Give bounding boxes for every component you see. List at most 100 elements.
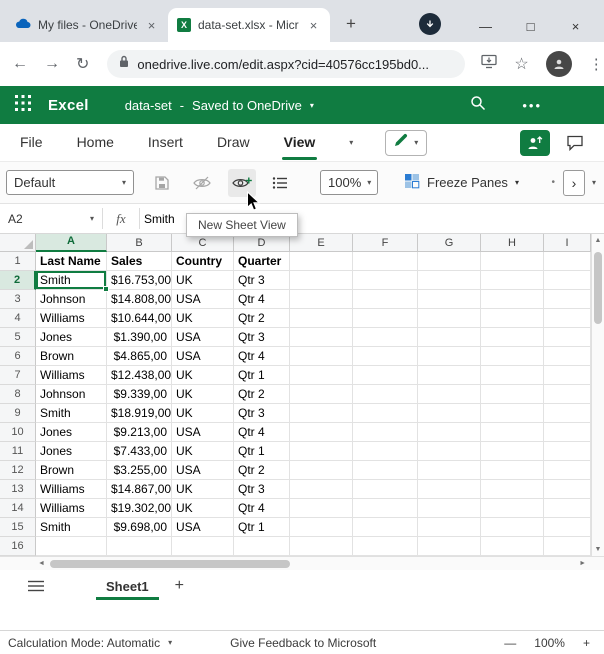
cell-C15[interactable]: USA bbox=[172, 518, 234, 537]
cell-F7[interactable] bbox=[353, 366, 418, 385]
cell-H16[interactable] bbox=[481, 537, 544, 556]
cell-E7[interactable] bbox=[290, 366, 353, 385]
calculation-mode-button[interactable]: Calculation Mode: Automatic ▾ bbox=[8, 636, 172, 650]
cell-H15[interactable] bbox=[481, 518, 544, 537]
row-header-16[interactable]: 16 bbox=[0, 537, 36, 556]
vertical-scroll-thumb[interactable] bbox=[594, 252, 602, 324]
menu-overflow-chevron-icon[interactable]: ▾ bbox=[349, 138, 353, 147]
cell-G14[interactable] bbox=[418, 499, 481, 518]
header-more-icon[interactable]: ••• bbox=[522, 98, 542, 113]
cell-B1[interactable]: Sales bbox=[107, 252, 172, 271]
cell-B7[interactable]: $12.438,00 bbox=[107, 366, 172, 385]
save-sheet-view-button[interactable] bbox=[148, 169, 176, 197]
zoom-in-button[interactable]: + bbox=[583, 636, 590, 650]
cell-F13[interactable] bbox=[353, 480, 418, 499]
browser-extension-icon[interactable] bbox=[419, 13, 441, 35]
cell-B12[interactable]: $3.255,00 bbox=[107, 461, 172, 480]
scroll-left-icon[interactable]: ◄ bbox=[38, 557, 45, 570]
tab-close-icon[interactable]: × bbox=[306, 18, 321, 33]
cell-F9[interactable] bbox=[353, 404, 418, 423]
menu-home[interactable]: Home bbox=[77, 124, 114, 162]
cell-C13[interactable]: UK bbox=[172, 480, 234, 499]
row-header-10[interactable]: 10 bbox=[0, 423, 36, 442]
cell-H13[interactable] bbox=[481, 480, 544, 499]
row-header-2[interactable]: 2 bbox=[0, 271, 36, 290]
cell-D6[interactable]: Qtr 4 bbox=[234, 347, 290, 366]
cell-I12[interactable] bbox=[544, 461, 591, 480]
cell-B13[interactable]: $14.867,00 bbox=[107, 480, 172, 499]
cell-D15[interactable]: Qtr 1 bbox=[234, 518, 290, 537]
search-icon[interactable] bbox=[470, 95, 486, 116]
cell-D9[interactable]: Qtr 3 bbox=[234, 404, 290, 423]
cell-A12[interactable]: Brown bbox=[36, 461, 107, 480]
zoom-select[interactable]: 100% ▾ bbox=[320, 170, 378, 195]
cell-A8[interactable]: Johnson bbox=[36, 385, 107, 404]
cell-A11[interactable]: Jones bbox=[36, 442, 107, 461]
cell-G7[interactable] bbox=[418, 366, 481, 385]
close-button[interactable]: × bbox=[553, 19, 598, 34]
menu-view[interactable]: View bbox=[284, 124, 316, 162]
new-tab-button[interactable]: + bbox=[338, 11, 364, 37]
column-header-E[interactable]: E bbox=[290, 234, 353, 252]
cell-G6[interactable] bbox=[418, 347, 481, 366]
cell-F12[interactable] bbox=[353, 461, 418, 480]
ribbon-collapse-chevron-icon[interactable]: ▾ bbox=[592, 178, 596, 187]
row-header-4[interactable]: 4 bbox=[0, 309, 36, 328]
cell-C12[interactable]: USA bbox=[172, 461, 234, 480]
cell-C7[interactable]: UK bbox=[172, 366, 234, 385]
cell-H8[interactable] bbox=[481, 385, 544, 404]
scroll-down-icon[interactable]: ▼ bbox=[595, 543, 602, 556]
cell-E2[interactable] bbox=[290, 271, 353, 290]
cell-A13[interactable]: Williams bbox=[36, 480, 107, 499]
cell-B3[interactable]: $14.808,00 bbox=[107, 290, 172, 309]
url-field[interactable]: onedrive.live.com/edit.aspx?cid=40576cc1… bbox=[107, 50, 465, 78]
cell-C5[interactable]: USA bbox=[172, 328, 234, 347]
cell-I1[interactable] bbox=[544, 252, 591, 271]
cell-D2[interactable]: Qtr 3 bbox=[234, 271, 290, 290]
cell-C8[interactable]: UK bbox=[172, 385, 234, 404]
cell-C16[interactable] bbox=[172, 537, 234, 556]
vertical-scrollbar[interactable]: ▲ ▼ bbox=[591, 234, 604, 556]
cell-I5[interactable] bbox=[544, 328, 591, 347]
row-header-3[interactable]: 3 bbox=[0, 290, 36, 309]
cell-A14[interactable]: Williams bbox=[36, 499, 107, 518]
app-launcher-waffle-icon[interactable] bbox=[14, 94, 32, 117]
editing-mode-button[interactable]: ▾ bbox=[385, 130, 427, 156]
cell-G12[interactable] bbox=[418, 461, 481, 480]
cell-G2[interactable] bbox=[418, 271, 481, 290]
cell-G13[interactable] bbox=[418, 480, 481, 499]
cell-I4[interactable] bbox=[544, 309, 591, 328]
cell-H7[interactable] bbox=[481, 366, 544, 385]
hide-sheet-view-button[interactable] bbox=[188, 169, 216, 197]
cell-B16[interactable] bbox=[107, 537, 172, 556]
cell-B11[interactable]: $7.433,00 bbox=[107, 442, 172, 461]
cell-E13[interactable] bbox=[290, 480, 353, 499]
cell-C6[interactable]: USA bbox=[172, 347, 234, 366]
reload-icon[interactable]: ↻ bbox=[76, 54, 89, 74]
cell-F14[interactable] bbox=[353, 499, 418, 518]
cell-C4[interactable]: UK bbox=[172, 309, 234, 328]
cell-H1[interactable] bbox=[481, 252, 544, 271]
tab-close-icon[interactable]: × bbox=[144, 18, 159, 33]
cell-B8[interactable]: $9.339,00 bbox=[107, 385, 172, 404]
cell-E1[interactable] bbox=[290, 252, 353, 271]
row-header-12[interactable]: 12 bbox=[0, 461, 36, 480]
cell-F11[interactable] bbox=[353, 442, 418, 461]
cell-C14[interactable]: UK bbox=[172, 499, 234, 518]
cell-A16[interactable] bbox=[36, 537, 107, 556]
cell-H6[interactable] bbox=[481, 347, 544, 366]
cell-B2[interactable]: $16.753,00 bbox=[107, 271, 172, 290]
comments-button[interactable] bbox=[566, 135, 584, 151]
cell-I10[interactable] bbox=[544, 423, 591, 442]
cell-H5[interactable] bbox=[481, 328, 544, 347]
row-header-8[interactable]: 8 bbox=[0, 385, 36, 404]
cell-B10[interactable]: $9.213,00 bbox=[107, 423, 172, 442]
scroll-up-icon[interactable]: ▲ bbox=[595, 234, 602, 247]
cell-A3[interactable]: Johnson bbox=[36, 290, 107, 309]
cell-C9[interactable]: UK bbox=[172, 404, 234, 423]
fill-handle[interactable] bbox=[103, 286, 109, 292]
cell-I15[interactable] bbox=[544, 518, 591, 537]
cell-E5[interactable] bbox=[290, 328, 353, 347]
row-header-1[interactable]: 1 bbox=[0, 252, 36, 271]
row-header-7[interactable]: 7 bbox=[0, 366, 36, 385]
